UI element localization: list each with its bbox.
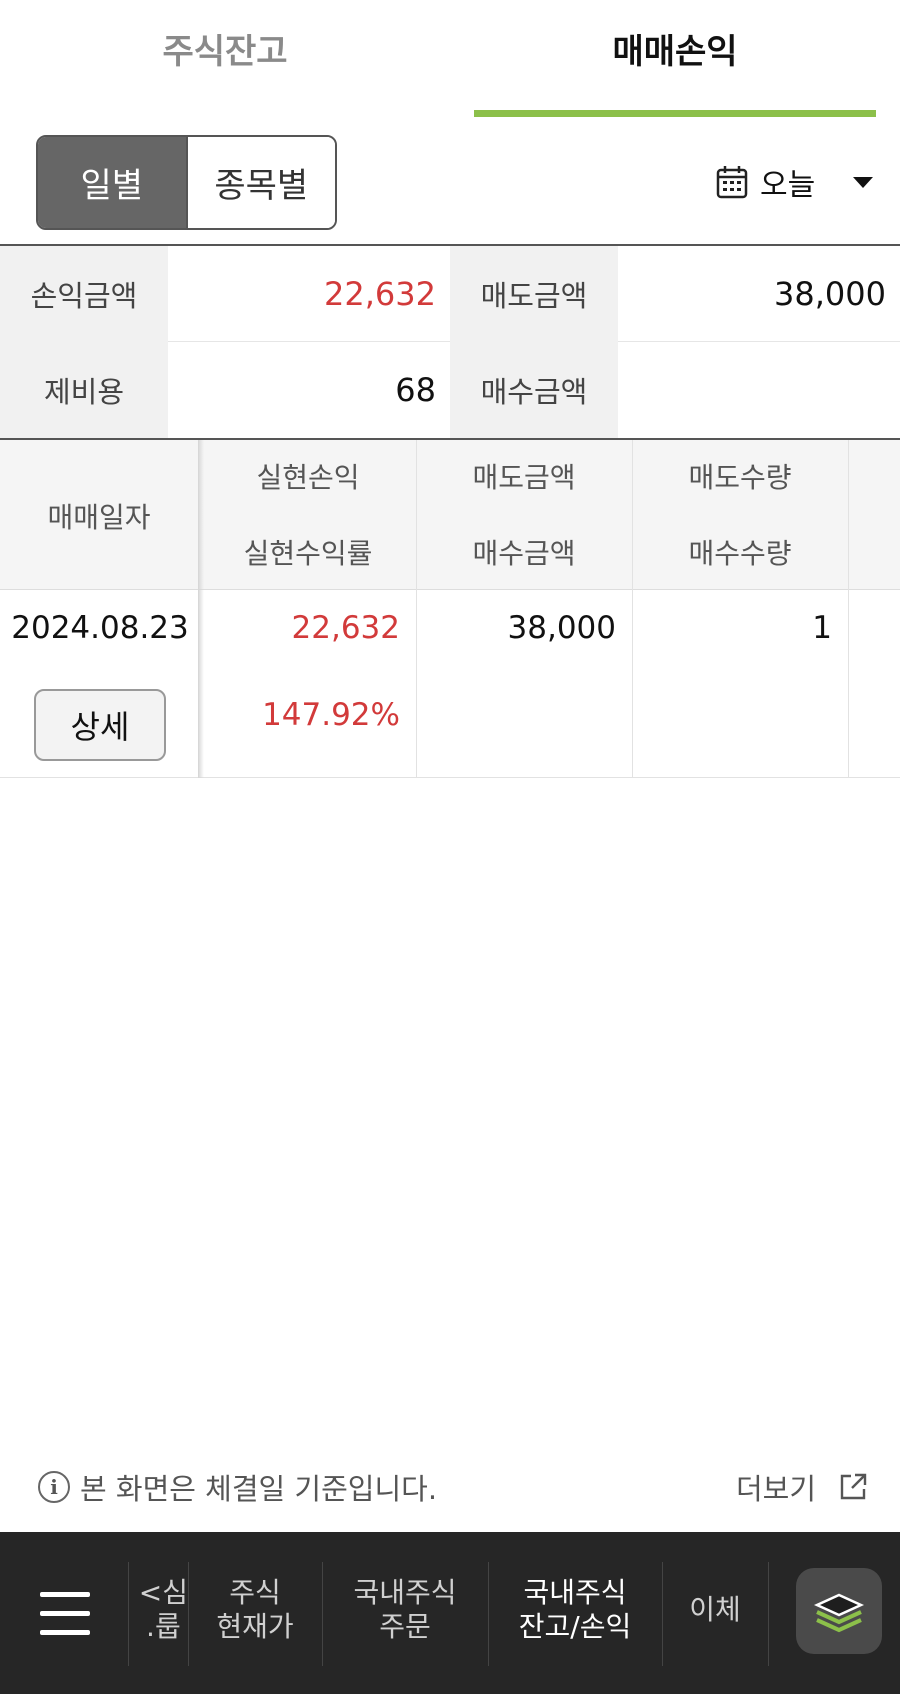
row-trade-date: 2024.08.23 — [11, 610, 189, 646]
summary-row: 손익금액 22,632 매도금액 38,000 — [0, 246, 900, 342]
layers-icon[interactable] — [796, 1568, 882, 1654]
buy-amount-label: 매수금액 — [450, 342, 618, 438]
header-buy-amount: 매수금액 — [472, 537, 576, 570]
summary-row: 제비용 68 매수금액 — [0, 342, 900, 438]
row-sell-amount: 38,000 — [507, 610, 616, 646]
notice-text: 본 화면은 체결일 기준입니다. — [80, 1472, 438, 1506]
header-trade-date: 매매일자 — [47, 501, 151, 534]
nav-divider — [768, 1562, 769, 1666]
tab-stock-balance[interactable]: 주식잔고 — [0, 0, 450, 120]
header-buy-qty: 매수수량 — [688, 537, 792, 570]
nav-item-stock-price[interactable]: 주식 현재가 — [188, 1560, 322, 1660]
sell-amount-value: 38,000 — [774, 275, 886, 313]
view-segment: 일별 종목별 — [36, 135, 337, 230]
segment-by-stock[interactable]: 종목별 — [185, 137, 335, 228]
grid-header: 매매일자 실현손익 실현수익률 매도금액 매수금액 매도수량 매수수량 — [0, 440, 900, 590]
column-divider — [416, 440, 417, 778]
row-realized-pnl: 22,632 — [291, 610, 400, 646]
bottom-nav: <심 .룹 주식 현재가 국내주식 주문 국내주식 잔고/손익 이체 — [0, 1532, 900, 1694]
header-sell-qty: 매도수량 — [688, 461, 792, 494]
period-dropdown[interactable]: 오늘 — [716, 160, 815, 204]
nav-item-domestic-balance-pnl[interactable]: 국내주식 잔고/손익 — [488, 1560, 662, 1660]
summary-table: 손익금액 22,632 매도금액 38,000 제비용 68 매수금액 — [0, 244, 900, 440]
info-icon: i — [38, 1471, 70, 1503]
nav-item-domestic-order[interactable]: 국내주식 주문 — [322, 1560, 488, 1660]
external-link-icon — [840, 1473, 867, 1500]
column-divider — [848, 440, 849, 778]
fee-value: 68 — [395, 371, 436, 409]
frozen-column-shadow — [198, 440, 204, 778]
header-realized-pnl: 실현손익 — [256, 461, 360, 494]
nav-item-watchlist-group[interactable]: <심 .룹 — [118, 1560, 188, 1660]
active-tab-indicator — [474, 110, 876, 117]
row-realized-rate: 147.92% — [262, 697, 400, 733]
nav-item-transfer[interactable]: 이체 — [662, 1560, 768, 1660]
buy-amount-value — [618, 342, 886, 438]
column-divider — [632, 440, 633, 778]
chevron-down-icon[interactable] — [853, 177, 873, 188]
more-label: 더보기 — [736, 1472, 817, 1506]
pnl-amount-value: 22,632 — [324, 275, 436, 313]
detail-button[interactable]: 상세 — [34, 689, 166, 761]
period-label: 오늘 — [760, 168, 816, 203]
row-sell-qty: 1 — [812, 610, 832, 646]
notice: i 본 화면은 체결일 기준입니다. — [38, 1464, 437, 1510]
top-tabs: 주식잔고 매매손익 — [0, 0, 900, 120]
header-sell-amount: 매도금액 — [472, 461, 576, 494]
tab-trading-pnl[interactable]: 매매손익 — [450, 0, 900, 120]
calendar-icon — [716, 166, 748, 199]
header-realized-rate: 실현수익률 — [243, 537, 373, 570]
sell-amount-label: 매도금액 — [450, 246, 618, 342]
fee-label: 제비용 — [0, 342, 168, 438]
segment-daily[interactable]: 일별 — [38, 137, 186, 228]
more-link[interactable]: 더보기 — [736, 1464, 868, 1510]
pnl-amount-label: 손익금액 — [0, 246, 168, 342]
hamburger-menu-icon[interactable] — [40, 1592, 90, 1636]
